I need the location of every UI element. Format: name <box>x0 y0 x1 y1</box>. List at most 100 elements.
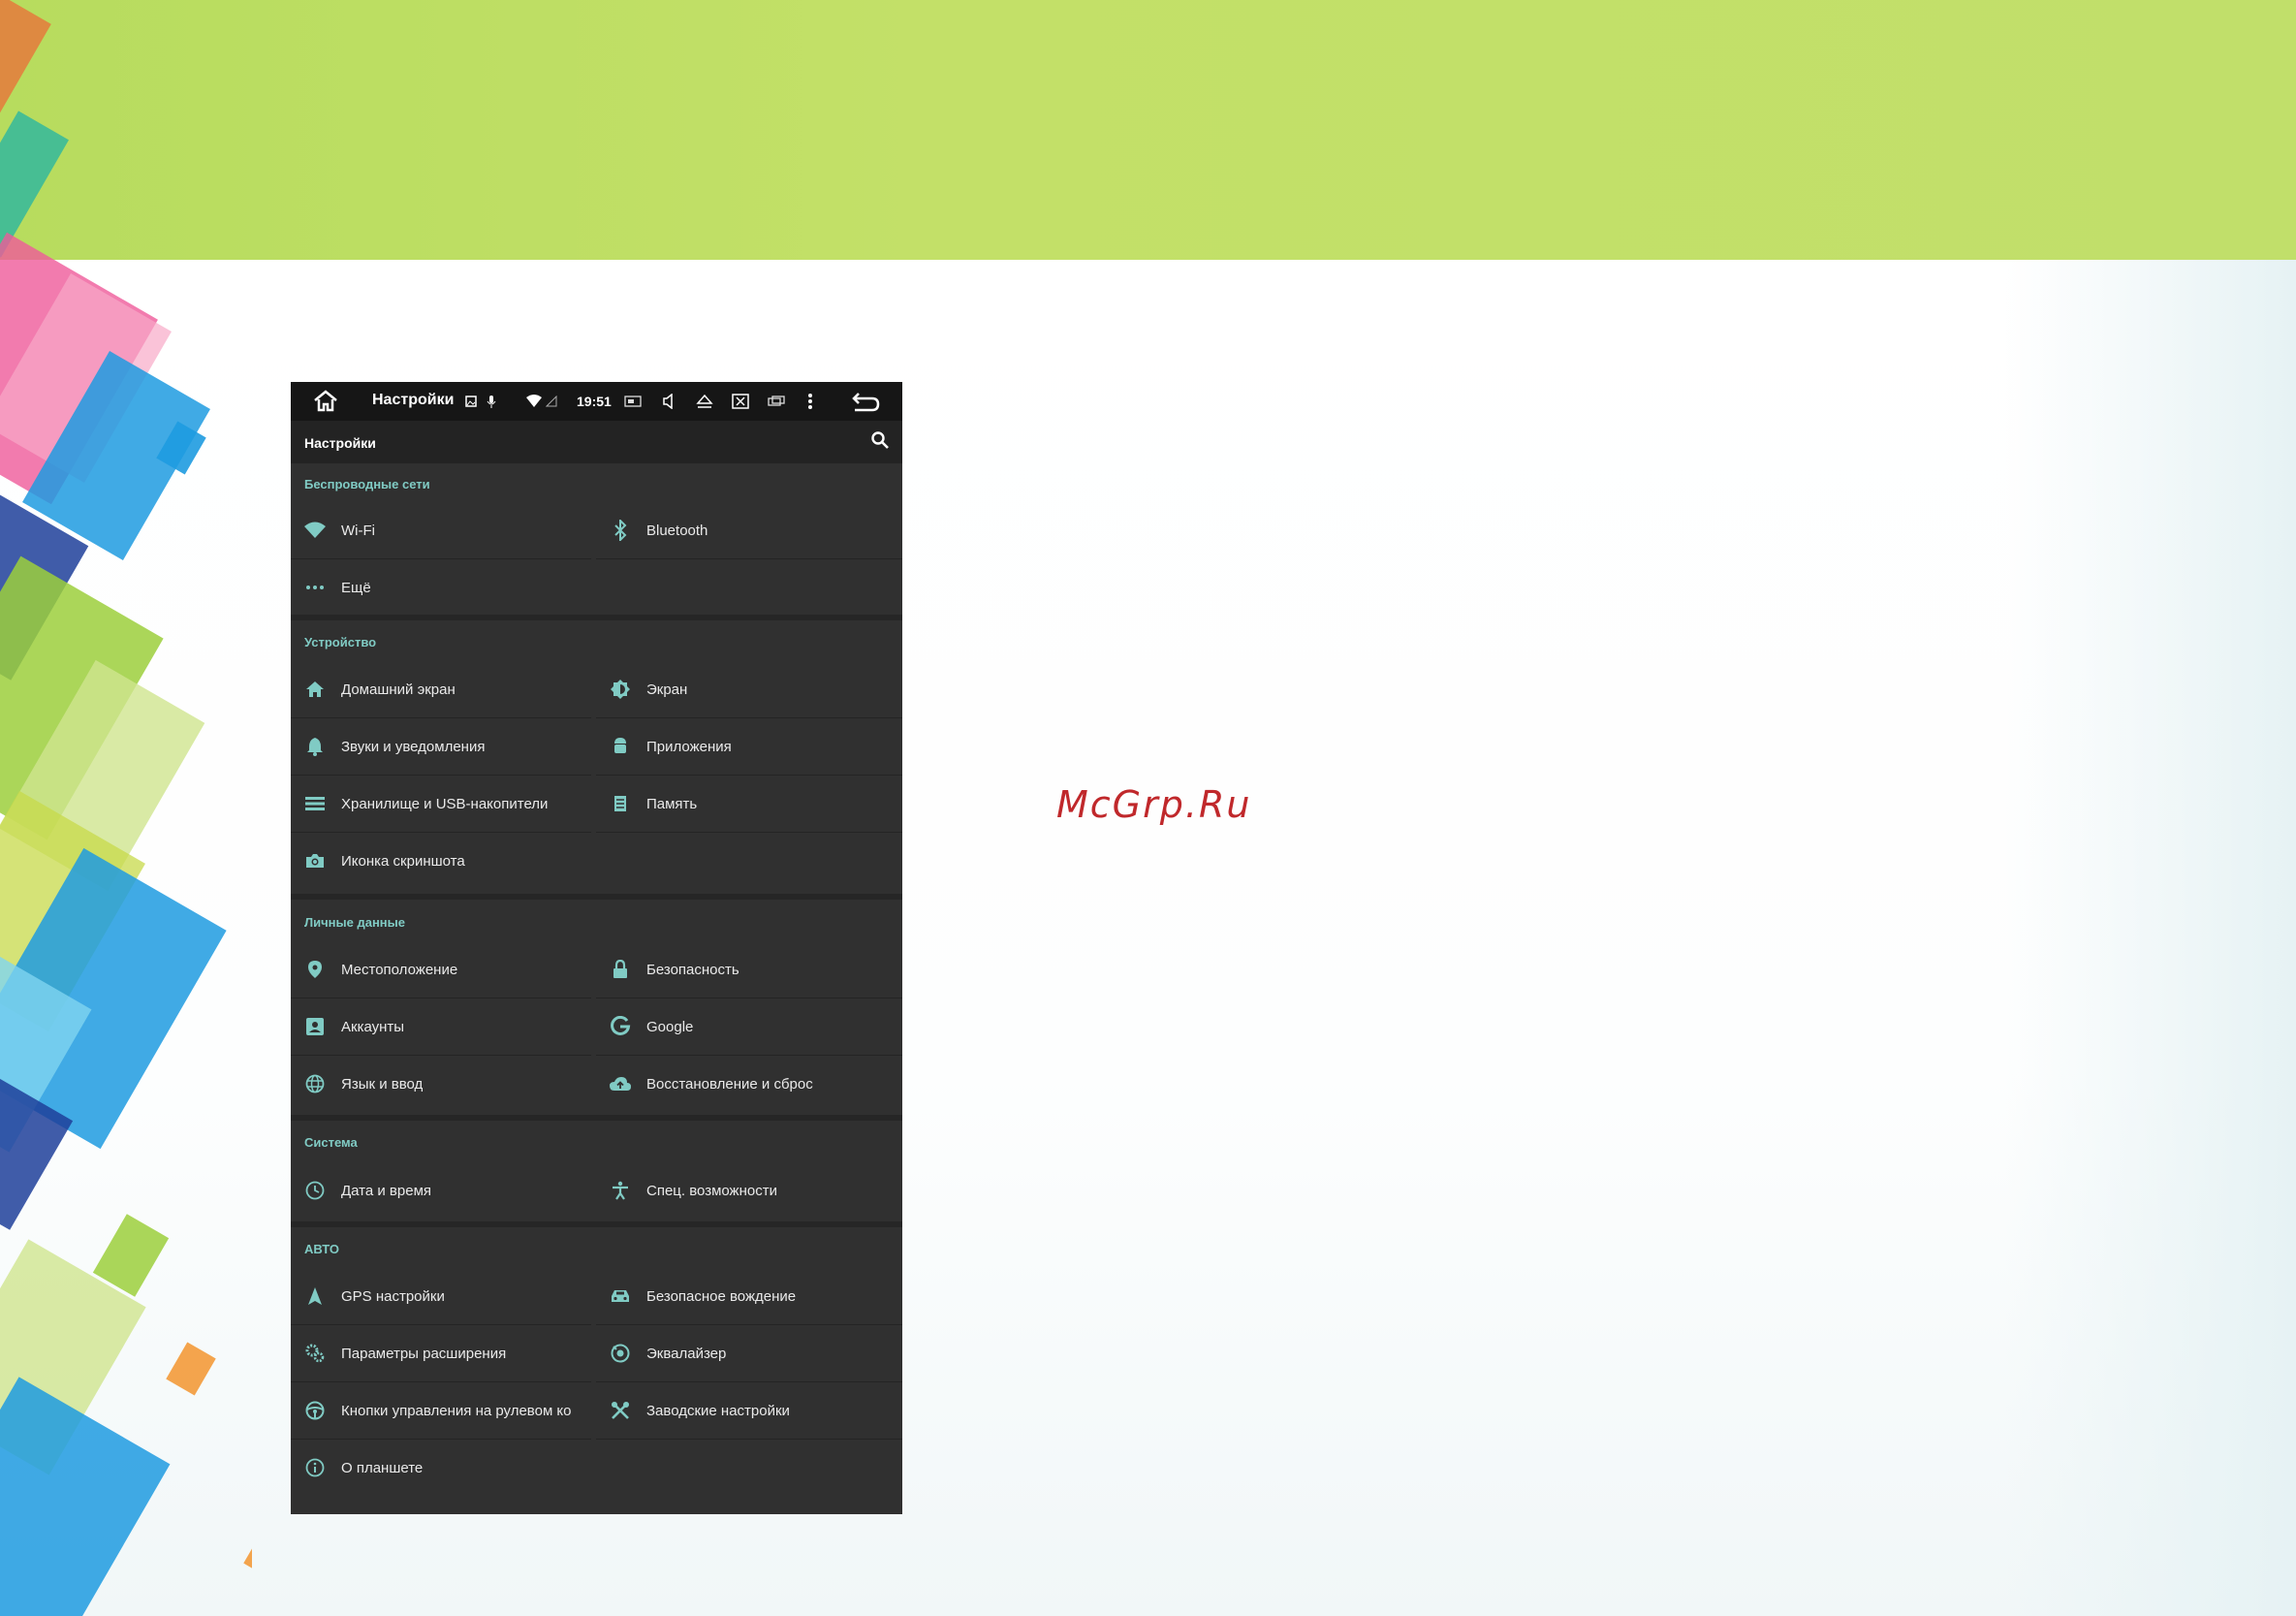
item-label: Безопасное вождение <box>646 1287 797 1305</box>
item-label: Домашний экран <box>341 681 456 698</box>
item-label: Язык и ввод <box>341 1075 424 1093</box>
signal-icon <box>545 388 558 415</box>
settings-item-google[interactable]: Google <box>596 998 902 1055</box>
settings-item-display[interactable]: Экран <box>596 661 902 717</box>
watermark: McGrp.Ru <box>1056 783 1252 826</box>
settings-item-memory[interactable]: Память <box>596 776 902 832</box>
steering-wheel-icon <box>302 1398 328 1423</box>
settings-item-screenshot[interactable]: Иконка скриншота <box>291 833 591 889</box>
item-label: Аккаунты <box>341 1018 405 1035</box>
item-label: Bluetooth <box>646 522 708 539</box>
settings-item-apps[interactable]: Приложения <box>596 718 902 775</box>
car-icon <box>608 1283 633 1309</box>
image-icon <box>463 388 479 415</box>
wifi-icon <box>302 518 328 543</box>
volume-icon[interactable] <box>659 388 678 415</box>
item-label: Google <box>646 1018 694 1035</box>
item-label: Экран <box>646 681 688 698</box>
search-icon[interactable] <box>870 430 894 454</box>
decorative-squares <box>0 0 252 1616</box>
settings-item-sounds[interactable]: Звуки и уведомления <box>291 718 591 775</box>
window-icon[interactable] <box>766 388 787 415</box>
app-bar: Настройки <box>291 421 902 463</box>
item-label: Wi-Fi <box>341 522 375 539</box>
item-label: Кнопки управления на рулевом ко <box>341 1402 572 1419</box>
back-icon[interactable] <box>849 388 882 415</box>
settings-item-accessibility[interactable]: Спец. возможности <box>596 1162 902 1219</box>
gears-icon <box>302 1341 328 1366</box>
home-icon[interactable] <box>310 388 341 415</box>
settings-item-more[interactable]: Ещё <box>291 559 591 616</box>
section-title: АВТО <box>304 1242 340 1256</box>
item-label: Приложения <box>646 738 732 755</box>
android-icon <box>608 734 633 759</box>
item-label: Дата и время <box>341 1182 432 1199</box>
more-horiz-icon <box>302 575 328 600</box>
section-title: Система <box>304 1135 358 1150</box>
settings-item-language[interactable]: Язык и ввод <box>291 1056 591 1112</box>
settings-item-wifi[interactable]: Wi-Fi <box>291 502 591 558</box>
settings-item-backup-reset[interactable]: Восстановление и сброс <box>596 1056 902 1112</box>
item-label: Местоположение <box>341 961 458 978</box>
wrench-icon <box>608 1398 633 1423</box>
section-title: Устройство <box>304 635 377 650</box>
section-title: Личные данные <box>304 915 405 930</box>
section-wireless: Беспроводные сети Wi-Fi Bluetooth Ещё <box>291 463 902 615</box>
settings-item-home-screen[interactable]: Домашний экран <box>291 661 591 717</box>
brightness-icon <box>608 677 633 702</box>
globe-icon <box>302 1071 328 1096</box>
settings-item-safe-driving[interactable]: Безопасное вождение <box>596 1268 902 1324</box>
item-label: Параметры расширения <box>341 1345 507 1362</box>
section-personal: Личные данные Местоположение Безопасност… <box>291 900 902 1115</box>
item-label: Заводские настройки <box>646 1402 790 1419</box>
eject-icon[interactable] <box>694 388 715 415</box>
divider <box>596 832 902 833</box>
settings-item-date-time[interactable]: Дата и время <box>291 1162 591 1219</box>
clock-time: 19:51 <box>577 394 612 409</box>
item-label: Эквалайзер <box>646 1345 727 1362</box>
settings-item-extension-params[interactable]: Параметры расширения <box>291 1325 591 1381</box>
clock-icon <box>302 1178 328 1203</box>
statusbar-title: Настройки <box>372 392 455 408</box>
navigation-icon <box>302 1283 328 1309</box>
settings-item-bluetooth[interactable]: Bluetooth <box>596 502 902 558</box>
camera-icon <box>302 848 328 873</box>
item-label: GPS настройки <box>341 1287 445 1305</box>
screen-icon[interactable] <box>622 388 644 415</box>
location-icon <box>302 957 328 982</box>
wifi-icon <box>525 388 543 415</box>
page-title: Настройки <box>304 435 376 451</box>
bell-icon <box>302 734 328 759</box>
settings-item-equalizer[interactable]: Эквалайзер <box>596 1325 902 1381</box>
info-icon <box>302 1455 328 1480</box>
item-label: Ещё <box>341 579 371 596</box>
mic-icon <box>485 388 498 415</box>
item-label: Звуки и уведомления <box>341 738 486 755</box>
divider <box>596 558 902 559</box>
section-system: Система Дата и время Спец. возможности <box>291 1121 902 1221</box>
item-label: Безопасность <box>646 961 739 978</box>
item-label: Память <box>646 795 698 812</box>
more-vert-icon[interactable] <box>802 388 819 415</box>
settings-item-accounts[interactable]: Аккаунты <box>291 998 591 1055</box>
lock-icon <box>608 957 633 982</box>
item-label: О планшете <box>341 1459 424 1476</box>
settings-item-gps[interactable]: GPS настройки <box>291 1268 591 1324</box>
section-title: Беспроводные сети <box>304 477 430 491</box>
status-bar: Настройки 19:51 <box>291 382 902 421</box>
item-label: Спец. возможности <box>646 1182 777 1199</box>
settings-item-security[interactable]: Безопасность <box>596 941 902 998</box>
item-label: Иконка скриншота <box>341 852 465 870</box>
divider <box>596 1439 902 1440</box>
settings-item-factory-settings[interactable]: Заводские настройки <box>596 1382 902 1439</box>
page-background-right <box>2005 260 2296 1616</box>
close-box-icon[interactable] <box>730 388 751 415</box>
header-banner <box>0 0 2296 260</box>
equalizer-icon <box>608 1341 633 1366</box>
settings-screenshot: Настройки 19:51 Настройки Беспроводные с… <box>291 382 902 1514</box>
settings-item-steering-controls[interactable]: Кнопки управления на рулевом ко <box>291 1382 591 1439</box>
accessibility-icon <box>608 1178 633 1203</box>
settings-item-storage[interactable]: Хранилище и USB-накопители <box>291 776 591 832</box>
settings-item-location[interactable]: Местоположение <box>291 941 591 998</box>
settings-item-about-tablet[interactable]: О планшете <box>291 1440 591 1496</box>
